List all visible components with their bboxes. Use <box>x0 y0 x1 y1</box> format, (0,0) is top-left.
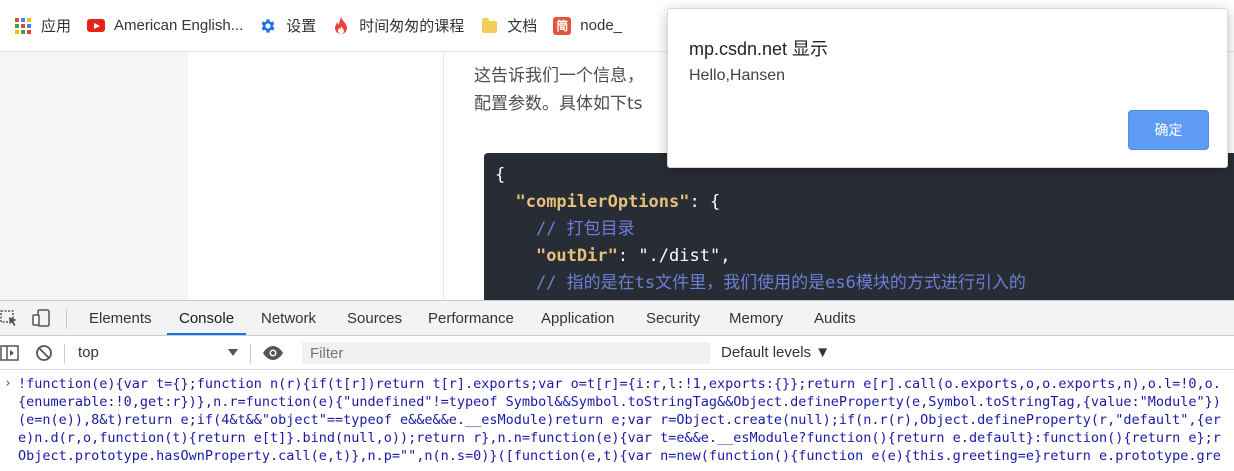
tab-elements[interactable]: Elements <box>77 301 164 335</box>
devtools-panel: Elements Console Network Sources Perform… <box>0 300 1234 470</box>
console-line: e)n.d(r,o,function(t){return e[t]}.bind(… <box>18 430 1221 446</box>
show-sidebar-icon[interactable] <box>0 344 20 367</box>
bookmark-label: 设置 <box>286 18 317 35</box>
bookmark-apps[interactable]: 应用 <box>8 9 81 43</box>
dialog-message: Hello,Hansen <box>689 67 786 84</box>
context-selector[interactable]: top <box>78 344 99 361</box>
console-toolbar: top Default levels ▼ <box>0 336 1234 370</box>
eye-icon[interactable] <box>262 345 284 366</box>
console-line: {enumerable:!0,get:r})},n.r=function(e){… <box>18 394 1221 410</box>
dialog-title: mp.csdn.net 显示 <box>689 39 829 59</box>
toolbar-divider <box>64 344 65 364</box>
youtube-icon <box>87 17 106 35</box>
code-line: // 指的是在ts文件里，我们使用的是es6模块的方式进行引入的 <box>535 273 1026 293</box>
code-line: "compilerOptions": { <box>515 192 721 212</box>
clear-console-icon[interactable] <box>35 344 53 367</box>
gear-icon <box>259 17 277 35</box>
tab-performance[interactable]: Performance <box>416 301 526 335</box>
code-line: "outDir": "./dist", <box>535 246 731 266</box>
inspect-element-icon[interactable] <box>0 309 20 327</box>
folder-icon <box>480 17 498 35</box>
tab-application[interactable]: Application <box>529 301 626 335</box>
bookmark-label: American English... <box>114 17 244 34</box>
console-line: !function(e){var t={};function n(r){if(t… <box>18 376 1221 392</box>
tab-sources[interactable]: Sources <box>335 301 414 335</box>
chevron-down-icon[interactable] <box>228 349 238 356</box>
tab-console[interactable]: Console <box>167 301 247 335</box>
bookmark-docs[interactable]: 文档 <box>474 9 547 43</box>
page-left-gutter <box>0 52 188 300</box>
devtools-tab-bar: Elements Console Network Sources Perform… <box>0 301 1234 336</box>
bookmark-node[interactable]: 简 node_ <box>547 9 632 43</box>
tab-memory[interactable]: Memory <box>717 301 795 335</box>
alert-dialog: mp.csdn.net 显示 Hello,Hansen 确定 <box>667 8 1228 168</box>
bookmark-label: 时间匆匆的课程 <box>359 18 465 35</box>
log-levels-dropdown[interactable]: Default levels ▼ <box>721 344 830 361</box>
device-toolbar-icon[interactable] <box>32 309 52 327</box>
csdn-icon: 简 <box>553 16 572 35</box>
chevron-right-icon[interactable]: › <box>4 375 12 393</box>
bookmark-american-english[interactable]: American English... <box>81 9 253 43</box>
console-output: › !function(e){var t={};function n(r){if… <box>0 371 1234 471</box>
toolbar-divider <box>66 309 67 329</box>
dialog-ok-button[interactable]: 确定 <box>1128 110 1209 150</box>
tab-security[interactable]: Security <box>634 301 712 335</box>
console-line: Object.prototype.hasOwnProperty.call(e,t… <box>18 448 1221 464</box>
apps-grid-icon <box>14 17 32 35</box>
console-filter-input[interactable] <box>302 342 710 364</box>
tab-network[interactable]: Network <box>249 301 328 335</box>
bookmark-label: 应用 <box>41 18 72 35</box>
bookmark-label: 文档 <box>507 18 538 35</box>
content-divider <box>443 52 444 300</box>
toolbar-divider <box>250 344 251 364</box>
bookmark-settings[interactable]: 设置 <box>253 9 326 43</box>
console-line: (e=n(e)),8&t)return e;if(4&t&&"object"==… <box>18 412 1221 428</box>
code-block: { "compilerOptions": { // 打包目录 "outDir":… <box>484 153 1234 300</box>
bookmark-course[interactable]: 时间匆匆的课程 <box>326 9 474 43</box>
bookmark-label: node_ <box>580 17 623 34</box>
code-line: // 打包目录 <box>535 219 635 239</box>
tab-audits[interactable]: Audits <box>802 301 868 335</box>
flame-icon <box>332 16 350 35</box>
